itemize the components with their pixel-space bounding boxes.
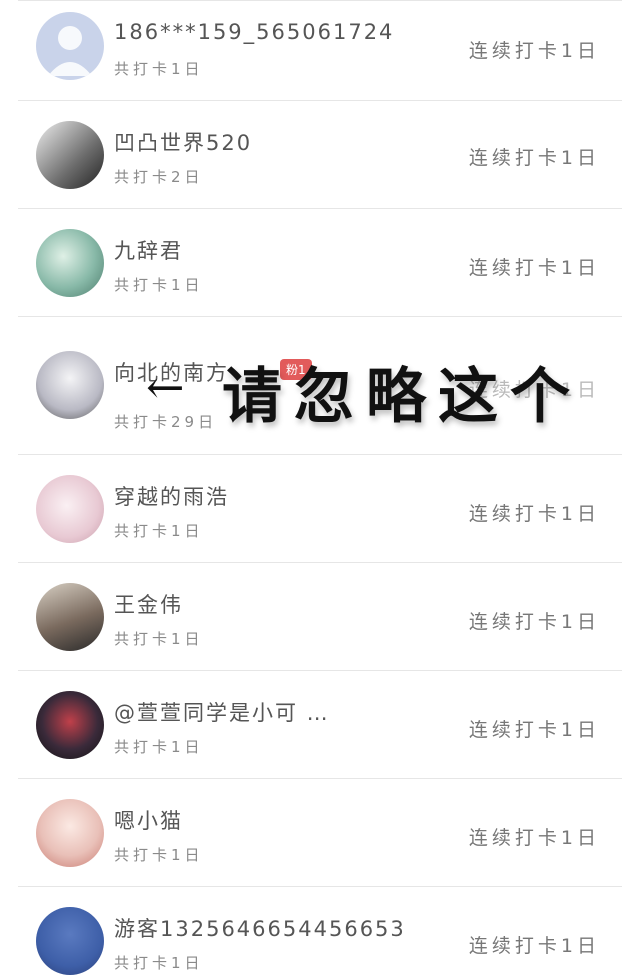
streak-checkin-days: 连续打卡1日 [468,503,600,525]
user-avatar[interactable] [36,691,104,759]
list-item[interactable]: 186***159_565061724 共打卡1日 连续打卡1日 [18,0,622,101]
user-name[interactable]: 凹凸世界520 [114,127,252,157]
streak-checkin-days: 连续打卡1日 [468,935,600,957]
total-checkin-days: 共打卡1日 [114,60,204,78]
user-avatar[interactable] [36,799,104,867]
streak-checkin-days: 连续打卡1日 [468,147,600,169]
list-item[interactable]: 九辞君 共打卡1日 连续打卡1日 [18,209,622,317]
total-checkin-days: 共打卡1日 [114,630,204,648]
list-item[interactable]: 王金伟 共打卡1日 连续打卡1日 [18,563,622,671]
streak-checkin-days: 连续打卡1日 [468,827,600,849]
streak-checkin-days: 连续打卡1日 [468,257,600,279]
total-checkin-days: 共打卡2日 [114,168,204,186]
user-avatar[interactable] [36,351,104,419]
user-name[interactable]: 游客1325646654456653 [114,913,406,943]
streak-checkin-days: 连续打卡1日 [468,40,600,62]
list-item[interactable]: 嗯小猫 共打卡1日 连续打卡1日 [18,779,622,887]
user-name[interactable]: 嗯小猫 [114,805,183,835]
list-item[interactable]: 游客1325646654456653 共打卡1日 连续打卡1日 [18,887,622,980]
user-name[interactable]: 穿越的雨浩 [114,481,229,511]
total-checkin-days: 共打卡1日 [114,846,204,864]
user-avatar[interactable] [36,475,104,543]
user-avatar[interactable] [36,229,104,297]
user-avatar[interactable] [36,583,104,651]
user-name[interactable]: @萱萱同学是小可 … [114,697,330,727]
user-avatar[interactable] [36,907,104,975]
total-checkin-days: 共打卡1日 [114,276,204,294]
annotation-text: 请忽略这个 [222,362,582,432]
left-arrow-icon: ← [146,360,185,414]
total-checkin-days: 共打卡1日 [114,954,204,972]
list-item[interactable]: @萱萱同学是小可 … 共打卡1日 连续打卡1日 [18,671,622,779]
list-item[interactable]: 穿越的雨浩 共打卡1日 连续打卡1日 [18,455,622,563]
annotation-overlay: ← 请忽略这个 [140,340,640,432]
streak-checkin-days: 连续打卡1日 [468,611,600,633]
total-checkin-days: 共打卡1日 [114,738,204,756]
total-checkin-days: 共打卡1日 [114,522,204,540]
list-item[interactable]: 凹凸世界520 共打卡2日 连续打卡1日 [18,101,622,209]
streak-checkin-days: 连续打卡1日 [468,719,600,741]
user-name[interactable]: 186***159_565061724 [114,20,394,44]
user-avatar[interactable] [36,121,104,189]
user-name[interactable]: 九辞君 [114,235,183,265]
default-avatar-icon[interactable] [36,12,104,80]
user-name[interactable]: 王金伟 [114,589,183,619]
